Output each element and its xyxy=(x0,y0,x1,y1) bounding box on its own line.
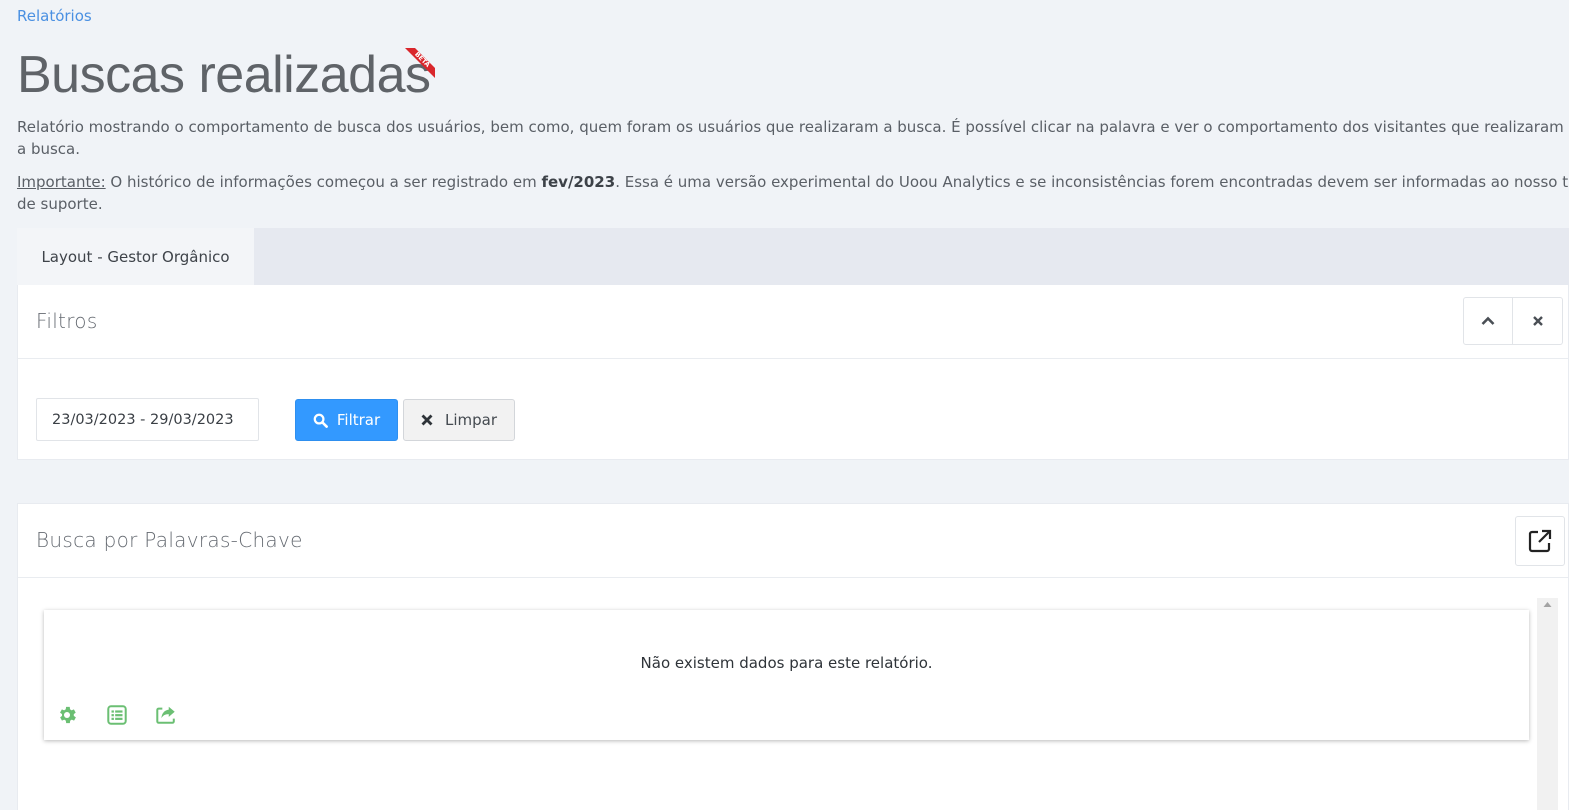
page-header: Buscas realizadas BETA xyxy=(17,42,435,112)
important-notice: Importante: O histórico de informações c… xyxy=(17,172,1569,215)
share-icon xyxy=(156,706,175,724)
keywords-panel-header: Busca por Palavras-Chave xyxy=(18,504,1568,578)
important-text-before: O histórico de informações começou a ser… xyxy=(105,173,542,191)
close-button[interactable] xyxy=(1513,297,1563,345)
beta-badge: BETA xyxy=(405,48,435,78)
page-title: Buscas realizadas xyxy=(17,46,431,104)
empty-message: Não existem dados para este relatório. xyxy=(640,654,933,672)
scroll-up-button[interactable] xyxy=(1537,601,1558,615)
date-range-input[interactable] xyxy=(36,398,259,441)
tabs-bar: Layout - Gestor Orgânico xyxy=(17,228,1569,285)
important-line2: de suporte. xyxy=(17,194,103,213)
scrollbar[interactable] xyxy=(1537,598,1558,810)
filters-panel-header: Filtros xyxy=(18,285,1568,359)
table-view-button[interactable] xyxy=(105,703,129,727)
chevron-up-icon xyxy=(1481,316,1495,325)
report-card: Não existem dados para este relatório. xyxy=(44,610,1529,740)
list-icon xyxy=(107,705,127,725)
clear-button-label: Limpar xyxy=(444,411,498,429)
keywords-title: Busca por Palavras-Chave xyxy=(36,528,303,552)
export-button[interactable] xyxy=(154,703,178,727)
important-text-after: . Essa é uma versão experimental do Uoou… xyxy=(615,173,1569,191)
keywords-panel: Busca por Palavras-Chave Não existem dad… xyxy=(17,503,1569,810)
clear-button[interactable]: Limpar xyxy=(403,399,515,441)
filters-title: Filtros xyxy=(36,309,98,333)
gear-icon xyxy=(60,706,76,724)
page-description: Relatório mostrando o comportamento de b… xyxy=(17,118,1564,158)
caret-up-icon xyxy=(1543,602,1552,607)
important-date: fev/2023 xyxy=(541,173,616,191)
tab-layout-gestor-organico[interactable]: Layout - Gestor Orgânico xyxy=(17,228,254,285)
external-link-icon xyxy=(1528,529,1552,553)
important-label: Importante: xyxy=(17,173,106,191)
settings-button[interactable] xyxy=(55,703,79,727)
close-icon xyxy=(1532,316,1543,326)
search-icon xyxy=(313,413,328,428)
filter-button[interactable]: Filtrar xyxy=(295,399,398,441)
open-external-button[interactable] xyxy=(1515,516,1565,566)
breadcrumb-relatorios[interactable]: Relatórios xyxy=(17,7,92,25)
filters-panel: Filtros Filtrar Limpar xyxy=(17,285,1569,460)
filter-button-label: Filtrar xyxy=(336,411,381,429)
times-icon xyxy=(421,414,433,426)
collapse-button[interactable] xyxy=(1463,297,1513,345)
